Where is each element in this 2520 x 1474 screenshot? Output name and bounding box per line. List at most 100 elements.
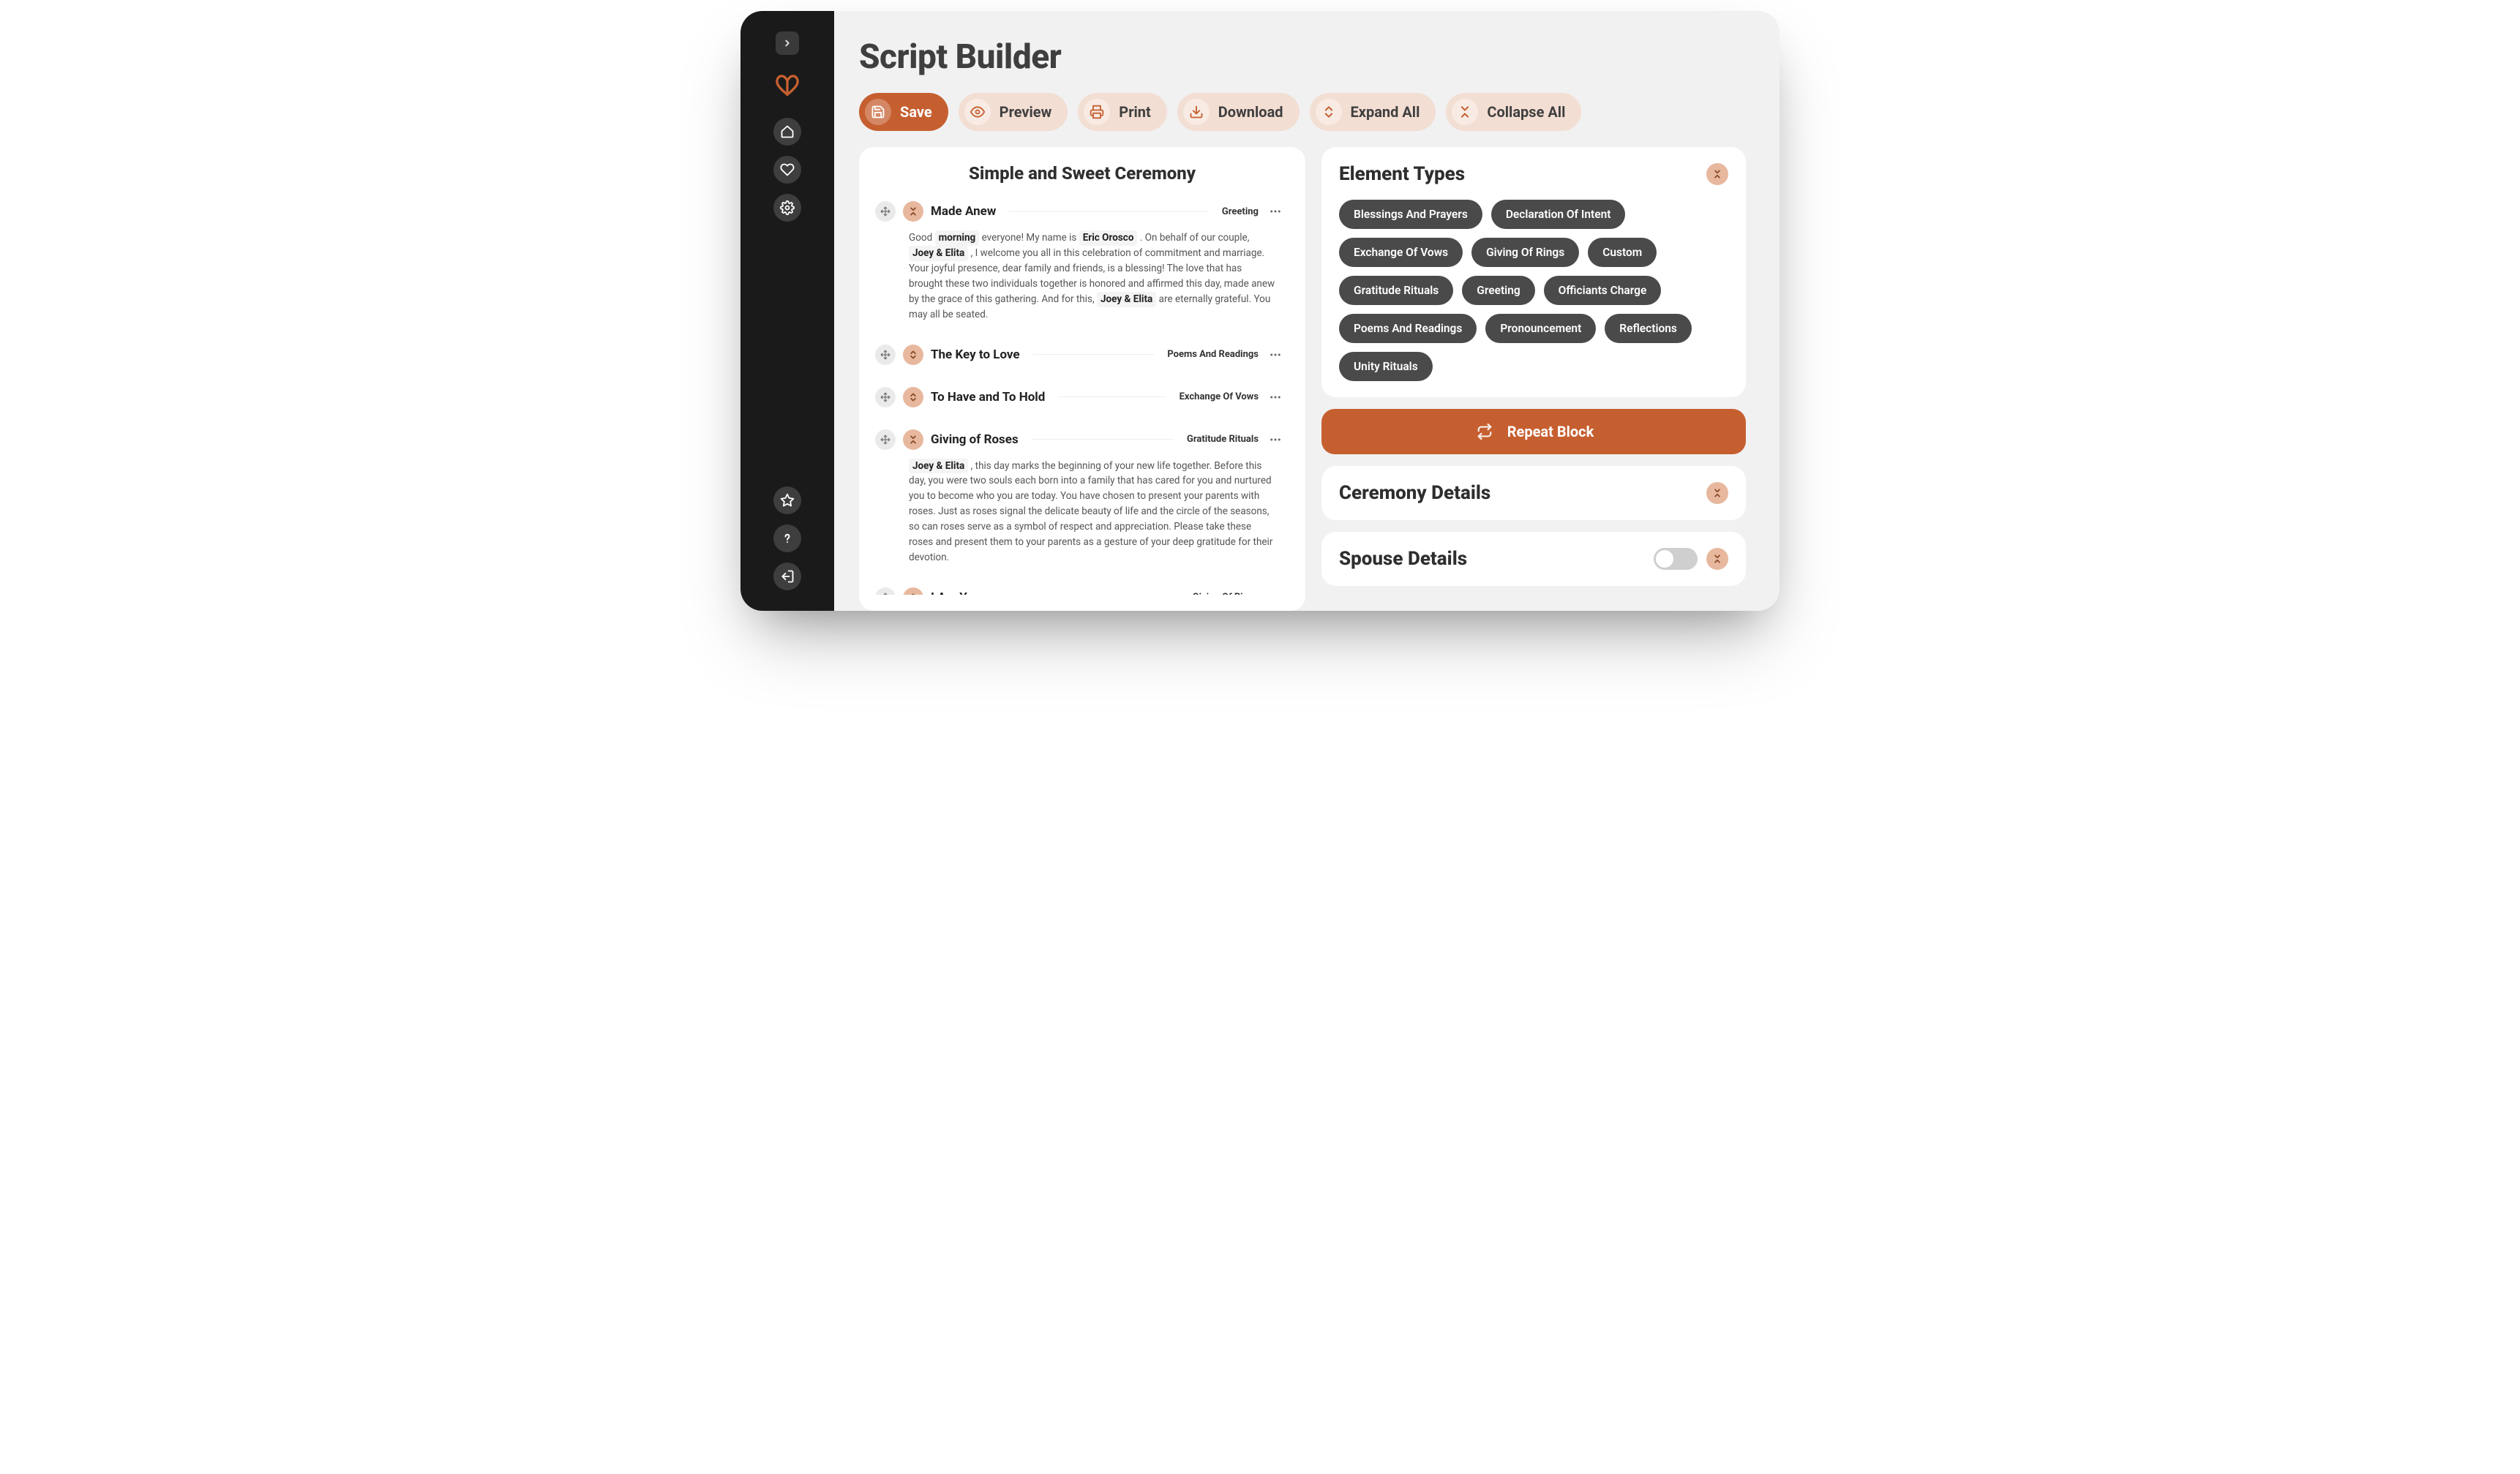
element-type-chip[interactable]: Unity Rituals — [1339, 352, 1433, 381]
panel-collapse-button[interactable] — [1706, 163, 1728, 185]
script-block: Giving of Roses Gratitude Rituals Joey &… — [875, 421, 1285, 579]
variable-couple[interactable]: Joey & Elita — [1097, 292, 1156, 307]
sidebar-item-settings[interactable] — [773, 194, 801, 222]
download-button[interactable]: Download — [1177, 93, 1300, 131]
home-icon — [780, 124, 795, 139]
download-icon — [1183, 99, 1210, 125]
element-type-chip[interactable]: Gratitude Rituals — [1339, 276, 1453, 305]
block-tag: Poems And Readings — [1167, 349, 1259, 360]
block-expand-button[interactable] — [903, 587, 923, 595]
print-icon — [1084, 99, 1110, 125]
preview-button[interactable]: Preview — [959, 93, 1068, 131]
expand-all-button[interactable]: Expand All — [1310, 93, 1436, 131]
move-icon — [880, 206, 890, 217]
variable-time-of-day[interactable]: morning — [935, 230, 980, 246]
spouse-details-panel: Spouse Details — [1321, 532, 1746, 586]
eye-icon — [964, 99, 991, 125]
block-title: To Have and To Hold — [931, 390, 1045, 405]
move-icon — [880, 350, 890, 360]
sidebar-item-favorites[interactable] — [773, 156, 801, 184]
variable-couple[interactable]: Joey & Elita — [909, 246, 968, 261]
panel-collapse-button[interactable] — [1706, 548, 1728, 570]
more-icon — [1269, 205, 1282, 218]
heart-icon — [780, 162, 795, 177]
panel-collapse-button[interactable] — [1706, 482, 1728, 504]
element-type-chip[interactable]: Greeting — [1462, 276, 1534, 305]
save-icon — [865, 99, 891, 125]
more-icon — [1269, 591, 1282, 595]
more-icon — [1269, 433, 1282, 446]
sidebar-item-home[interactable] — [773, 118, 801, 146]
element-types-panel: Element Types Blessings And PrayersDecla… — [1321, 147, 1746, 397]
element-type-chip[interactable]: Blessings And Prayers — [1339, 200, 1482, 229]
spouse-details-toggle[interactable] — [1654, 548, 1698, 570]
script-block: I Am Yours Giving Of Rings — [875, 579, 1285, 595]
block-more-button[interactable] — [1266, 202, 1285, 221]
sidebar-item-star[interactable] — [773, 486, 801, 514]
collapse-icon — [1452, 99, 1478, 125]
element-type-chip[interactable]: Reflections — [1605, 314, 1692, 343]
save-button[interactable]: Save — [859, 93, 948, 131]
drag-handle[interactable] — [875, 345, 896, 365]
script-editor-panel: Simple and Sweet Ceremony Made Anew — [859, 147, 1305, 611]
collapse-icon — [1712, 554, 1722, 564]
repeat-block-button[interactable]: Repeat Block — [1321, 409, 1746, 454]
sidebar-item-help[interactable] — [773, 524, 801, 552]
ceremony-details-title: Ceremony Details — [1339, 482, 1490, 504]
block-more-button[interactable] — [1266, 345, 1285, 364]
move-icon — [880, 593, 890, 595]
block-expand-button[interactable] — [903, 387, 923, 407]
script-block: Made Anew Greeting Good morning everyone… — [875, 192, 1285, 336]
variable-couple[interactable]: Joey & Elita — [909, 459, 968, 474]
element-type-chip[interactable]: Pronouncement — [1485, 314, 1596, 343]
element-type-chip[interactable]: Exchange Of Vows — [1339, 238, 1463, 267]
drag-handle[interactable] — [875, 429, 896, 450]
element-type-chip[interactable]: Poems And Readings — [1339, 314, 1477, 343]
block-title: The Key to Love — [931, 347, 1020, 362]
main-content: Script Builder Save Preview Print — [834, 11, 1780, 611]
question-icon — [780, 531, 795, 546]
print-button[interactable]: Print — [1078, 93, 1167, 131]
expand-icon — [1316, 99, 1342, 125]
block-collapse-button[interactable] — [903, 429, 923, 450]
block-expand-button[interactable] — [903, 345, 923, 365]
block-more-button[interactable] — [1266, 430, 1285, 449]
toolbar: Save Preview Print Download — [859, 93, 1755, 131]
element-type-chip[interactable]: Giving Of Rings — [1471, 238, 1579, 267]
block-tag: Exchange Of Vows — [1180, 391, 1259, 402]
collapse-icon — [908, 435, 918, 445]
star-icon — [780, 493, 795, 508]
page-title: Script Builder — [859, 37, 1755, 77]
block-body: Good morning everyone! My name is Eric O… — [909, 230, 1285, 323]
more-icon — [1269, 348, 1282, 361]
element-type-chip[interactable]: Officiants Charge — [1544, 276, 1662, 305]
element-type-chip[interactable]: Declaration Of Intent — [1491, 200, 1626, 229]
drag-handle[interactable] — [875, 587, 896, 595]
expand-icon — [908, 392, 918, 402]
ceremony-details-panel: Ceremony Details — [1321, 466, 1746, 520]
block-collapse-button[interactable] — [903, 201, 923, 222]
block-body: Joey & Elita , this day marks the beginn… — [909, 459, 1285, 565]
element-type-chips: Blessings And Prayers Declaration Of Inte… — [1339, 200, 1728, 381]
block-more-button[interactable] — [1266, 388, 1285, 407]
sidebar-expand-button[interactable] — [776, 31, 799, 55]
script-block: To Have and To Hold Exchange Of Vows — [875, 378, 1285, 421]
block-more-button[interactable] — [1266, 588, 1285, 595]
app-logo — [772, 69, 803, 100]
block-title: Made Anew — [931, 204, 996, 219]
collapse-all-button[interactable]: Collapse All — [1446, 93, 1581, 131]
repeat-icon — [1474, 421, 1496, 443]
right-column: Element Types Blessings And PrayersDecla… — [1321, 147, 1746, 611]
block-tag: Giving Of Rings — [1193, 592, 1259, 595]
script-block: The Key to Love Poems And Readings — [875, 336, 1285, 378]
variable-officiant[interactable]: Eric Orosco — [1079, 230, 1138, 246]
element-type-chip[interactable]: Custom — [1588, 238, 1657, 267]
drag-handle[interactable] — [875, 387, 896, 407]
block-title: Giving of Roses — [931, 432, 1019, 447]
block-title: I Am Yours — [931, 590, 991, 595]
expand-icon — [908, 350, 918, 360]
sidebar-item-logout[interactable] — [773, 563, 801, 590]
script-blocks-list[interactable]: Made Anew Greeting Good morning everyone… — [875, 192, 1289, 595]
ceremony-title: Simple and Sweet Ceremony — [875, 163, 1289, 184]
drag-handle[interactable] — [875, 201, 896, 222]
